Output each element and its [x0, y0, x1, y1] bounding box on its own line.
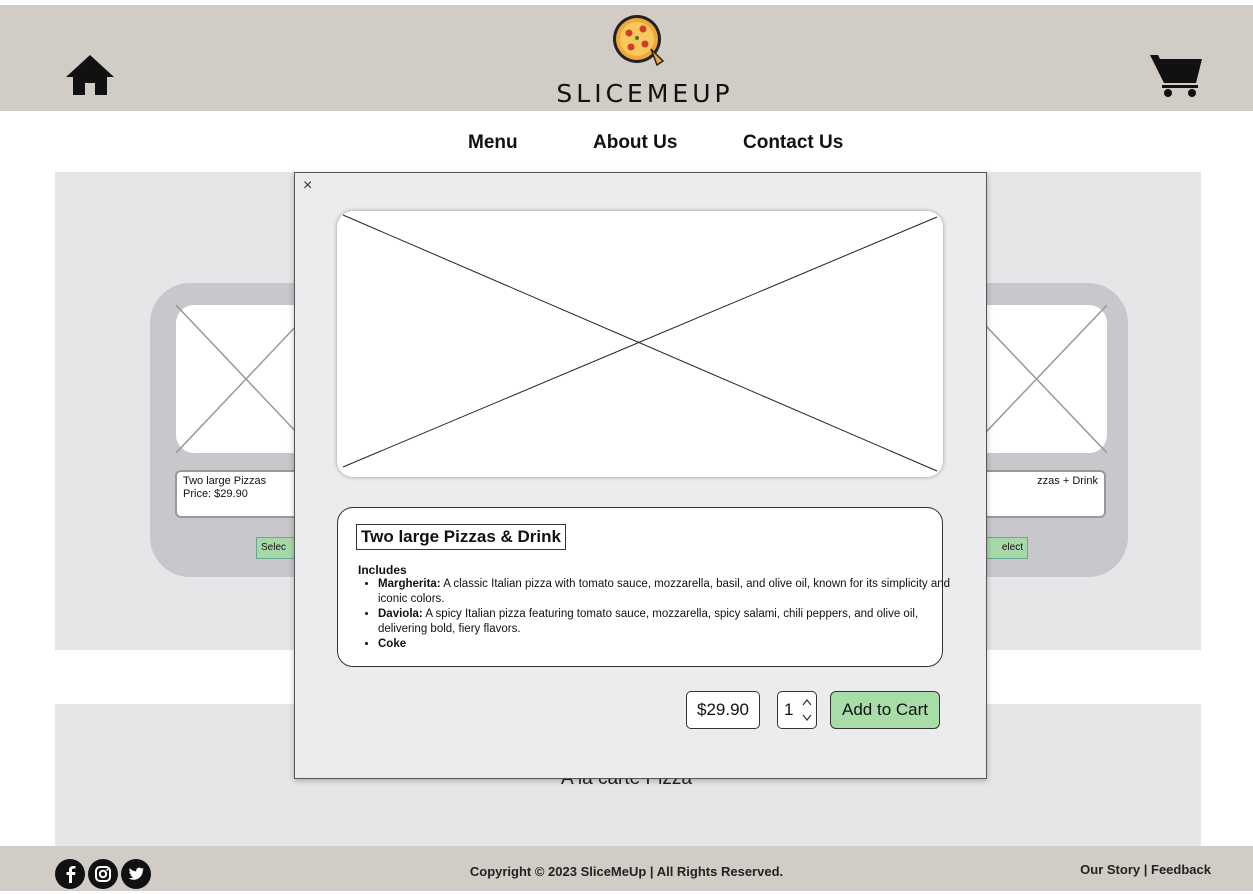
combo-card-left[interactable]: Two large Pizzas Price: $29.90 Selec — [150, 283, 295, 577]
product-image-placeholder — [337, 211, 943, 477]
card-info: Two large Pizzas Price: $29.90 — [175, 470, 295, 518]
cart-icon[interactable] — [1148, 51, 1204, 99]
product-title: Two large Pizzas & Drink — [356, 524, 566, 550]
brand-name[interactable]: SLICEMEUP — [540, 79, 750, 108]
stepper-arrows-icon[interactable] — [801, 696, 813, 724]
card-info: zzas + Drink ) — [986, 470, 1106, 518]
select-button[interactable]: Selec — [256, 537, 295, 559]
footer-link-our-story[interactable]: Our Story — [1080, 862, 1140, 877]
card-price: ) — [986, 488, 1098, 501]
nav-about-us[interactable]: About Us — [593, 132, 677, 154]
select-button[interactable]: elect — [986, 537, 1028, 559]
main-nav: Menu About Us Contact Us — [0, 132, 1253, 158]
price-display: $29.90 — [686, 691, 760, 729]
card-price: Price: $29.90 — [183, 488, 248, 500]
quantity-stepper[interactable]: 1 — [777, 691, 817, 729]
footer-links: Our Story | Feedback — [1080, 862, 1211, 877]
card-title: Two large Pizzas — [183, 475, 267, 487]
includes-label: Includes — [358, 563, 407, 577]
footer-separator: | — [1143, 862, 1148, 877]
pizza-logo-icon — [607, 13, 667, 67]
footer-link-feedback[interactable]: Feedback — [1151, 862, 1211, 877]
combo-card-right[interactable]: zzas + Drink ) elect — [986, 283, 1128, 577]
quantity-value: 1 — [784, 700, 794, 719]
footer: Copyright © 2023 SliceMeUp | All Rights … — [0, 846, 1253, 891]
image-placeholder — [986, 305, 1107, 453]
included-items: Margherita: A classic Italian pizza with… — [358, 577, 958, 652]
list-item: Coke — [378, 637, 958, 652]
close-icon[interactable]: × — [303, 178, 312, 194]
home-icon[interactable] — [64, 53, 116, 97]
copyright-text: Copyright © 2023 SliceMeUp | All Rights … — [469, 864, 784, 879]
list-item: Daviola: A spicy Italian pizza featuring… — [378, 607, 958, 637]
product-details: Two large Pizzas & Drink Includes Marghe… — [337, 507, 950, 667]
image-placeholder — [176, 305, 295, 453]
card-title: zzas + Drink — [1037, 475, 1098, 487]
nav-menu[interactable]: Menu — [468, 132, 518, 154]
nav-contact-us[interactable]: Contact Us — [743, 132, 843, 154]
header-bar: SLICEMEUP — [0, 5, 1253, 111]
list-item: Margherita: A classic Italian pizza with… — [378, 577, 958, 607]
product-modal: × Two large Pizzas & Drink Includes Marg… — [294, 172, 987, 779]
add-to-cart-button[interactable]: Add to Cart — [830, 691, 940, 729]
